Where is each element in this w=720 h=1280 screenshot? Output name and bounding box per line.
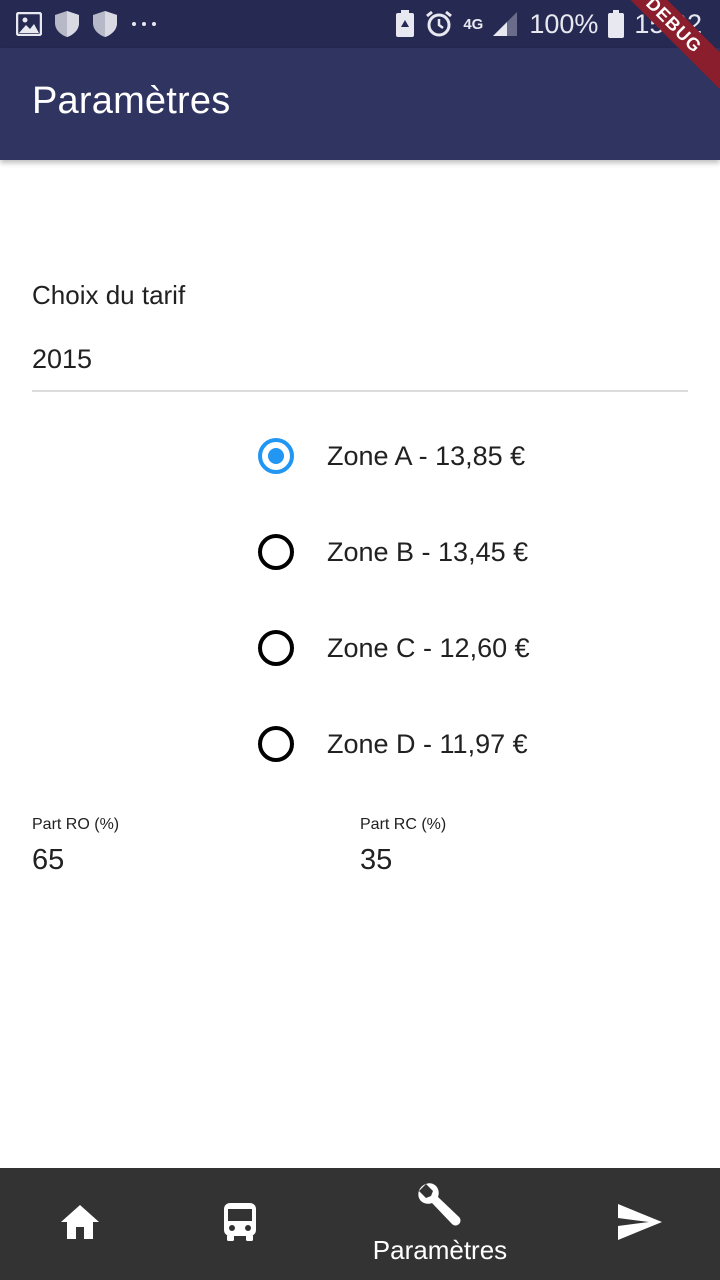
- zone-d-option[interactable]: Zone D - 11,97 €: [258, 720, 528, 768]
- tarif-dropdown[interactable]: 2015: [32, 344, 92, 375]
- radio-button-checked[interactable]: [258, 438, 294, 474]
- bus-icon: [222, 1202, 258, 1247]
- radio-button[interactable]: [258, 630, 294, 666]
- battery-percentage: 100%: [529, 8, 599, 39]
- zone-c-option[interactable]: Zone C - 12,60 €: [258, 624, 530, 672]
- status-left-icons: [16, 0, 160, 48]
- debug-banner-container: DEBUG: [610, 0, 720, 110]
- nav-item-bus[interactable]: [200, 1168, 280, 1280]
- shield-icon: [92, 10, 118, 38]
- wrench-icon: [416, 1182, 464, 1233]
- zone-c-label: Zone C - 12,60 €: [327, 632, 530, 663]
- tarif-label: Choix du tarif: [32, 280, 186, 310]
- part-ro-field[interactable]: 65: [32, 844, 64, 877]
- alarm-icon: [425, 10, 453, 38]
- part-rc-label: Part RC (%): [360, 816, 447, 833]
- nav-label-parametres: Paramètres: [372, 1235, 508, 1265]
- more-notifications-icon: [130, 20, 160, 28]
- signal-icon: [493, 12, 519, 36]
- image-notification-icon: [16, 12, 42, 36]
- network-type: 4G: [463, 15, 484, 33]
- nav-item-send[interactable]: [600, 1168, 680, 1280]
- zone-a-option[interactable]: Zone A - 13,85 €: [258, 432, 525, 480]
- zone-d-label: Zone D - 11,97 €: [327, 728, 528, 759]
- zone-b-label: Zone B - 13,45 €: [327, 536, 529, 567]
- part-ro-label: Part RO (%): [32, 816, 120, 833]
- radio-button[interactable]: [258, 534, 294, 570]
- bottom-navigation: Paramètres: [0, 1168, 720, 1280]
- nav-item-home[interactable]: [40, 1168, 120, 1280]
- tarif-underline: [32, 390, 688, 392]
- shield-icon: [54, 10, 80, 38]
- zone-a-label: Zone A - 13,85 €: [327, 440, 526, 471]
- page-title: Paramètres: [32, 80, 231, 122]
- radio-button[interactable]: [258, 726, 294, 762]
- debug-banner: DEBUG: [610, 0, 720, 98]
- zone-b-option[interactable]: Zone B - 13,45 €: [258, 528, 528, 576]
- send-icon: [617, 1203, 663, 1246]
- battery-saver-icon: [395, 10, 415, 38]
- home-icon: [59, 1203, 101, 1246]
- nav-item-parametres[interactable]: Paramètres: [350, 1168, 530, 1280]
- part-rc-field[interactable]: 35: [360, 844, 392, 877]
